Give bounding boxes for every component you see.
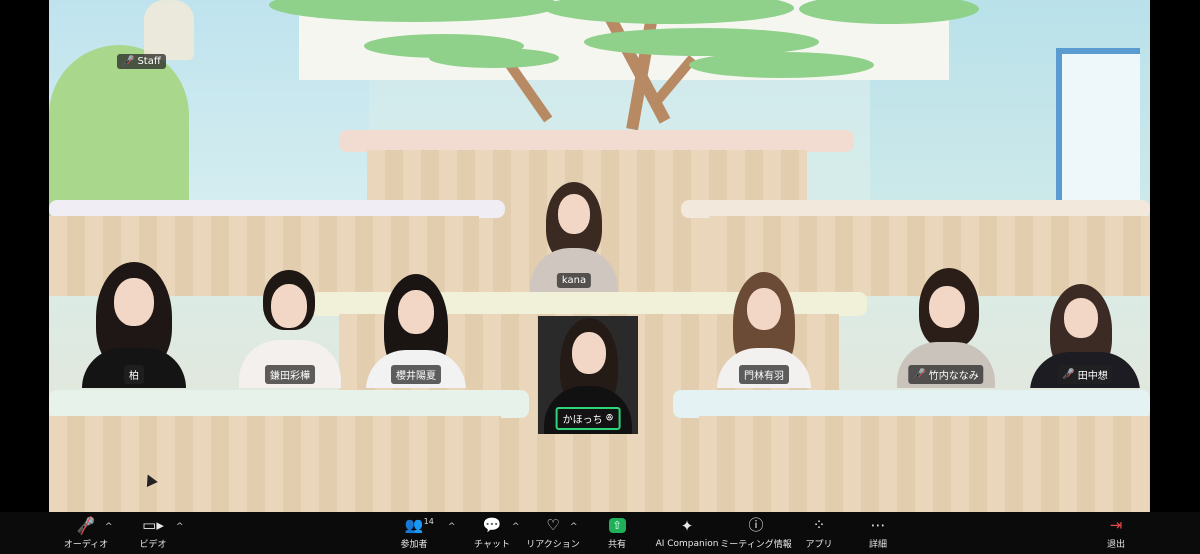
sparkle-icon: ✦ (680, 517, 694, 535)
apps-button[interactable]: ⁘ アプリ (802, 512, 836, 554)
participant-tile[interactable]: 🎤̸ 竹内ななみ (890, 266, 1002, 388)
tree-canopy (689, 52, 874, 78)
video-options-caret[interactable]: ^ (176, 522, 184, 532)
share-screen-icon: ⇧ (608, 516, 626, 534)
tree-canopy (429, 48, 559, 68)
meeting-toolbar: 🎤 ╱ オーディオ ^ ▭▸ ビデオ ^ 👥 14 参加者 ^ 💬 チャット ^ ♡… (0, 512, 1200, 554)
participant-name-tag-active: かほっち ꔮ (555, 407, 621, 430)
ai-companion-button[interactable]: ✦ AI Companion (656, 512, 719, 554)
video-button[interactable]: ▭▸ ビデオ (136, 512, 170, 554)
mic-muted-icon: 🎤̸ (1062, 369, 1075, 380)
audio-badge-icon: ꔮ (605, 413, 614, 424)
chat-button[interactable]: 💬 チャット (474, 512, 510, 554)
participant-tile-active[interactable]: かほっち ꔮ (538, 316, 638, 434)
staff-name: Staff (137, 56, 161, 67)
cloud-decoration (144, 0, 194, 60)
apps-icon: ⁘ (812, 515, 826, 534)
participant-name-tag: 櫻井陽夏 (391, 365, 441, 384)
participant-tile[interactable]: 櫻井陽夏 (358, 272, 474, 388)
leave-icon: ⇥ (1109, 515, 1123, 534)
chat-options-caret[interactable]: ^ (512, 522, 520, 532)
participant-name-tag: 🎤̸ 竹内ななみ (908, 365, 984, 384)
left-desk (49, 416, 501, 512)
video-camera-icon: ▭▸ (142, 515, 164, 534)
right-desk-cap (673, 390, 1150, 418)
mic-muted-icon: 🎤̸ (913, 369, 926, 380)
meeting-info-button[interactable]: ⓘ ミーティング情報 (720, 512, 791, 554)
participant-tile[interactable]: 柏 (70, 260, 198, 388)
leave-button[interactable]: ⇥ 退出 (1100, 512, 1132, 554)
participant-name-tag: 🎤̸ 田中想 (1057, 365, 1113, 384)
audio-options-caret[interactable]: ^ (105, 522, 113, 532)
staff-name-tag: 🎤̸ Staff (117, 54, 166, 69)
info-icon: ⓘ (748, 515, 764, 534)
participant-tile[interactable]: 鎌田彩樺 (234, 268, 346, 388)
participants-icon: 👥 14 (405, 516, 434, 534)
participant-name-tag: 鎌田彩樺 (265, 365, 315, 384)
participant-name-tag: kana (556, 273, 592, 288)
participant-tile[interactable]: 門林有羽 (708, 270, 820, 388)
reactions-options-caret[interactable]: ^ (570, 522, 578, 532)
audio-button[interactable]: 🎤 ╱ オーディオ (64, 512, 108, 554)
right-desk (699, 416, 1150, 512)
reactions-button[interactable]: ♡ リアクション (526, 512, 580, 554)
participants-options-caret[interactable]: ^ (448, 522, 456, 532)
left-desk-cap (49, 390, 529, 418)
mic-muted-icon: 🎤̸ (122, 56, 135, 67)
more-button[interactable]: ⋯ 詳細 (862, 512, 894, 554)
participant-count: 14 (423, 517, 434, 526)
top-podium-cap (339, 130, 854, 152)
participant-tile[interactable]: kana (520, 178, 628, 292)
mic-muted-icon: 🎤 ╱ (76, 515, 96, 535)
heart-icon: ♡ (546, 515, 560, 534)
share-button[interactable]: ⇧ 共有 (602, 512, 632, 554)
participant-name-tag: 柏 (124, 365, 144, 384)
window-decoration (1056, 48, 1140, 214)
participants-button[interactable]: 👥 14 参加者 (396, 512, 434, 554)
more-icon: ⋯ (870, 515, 886, 534)
chat-icon: 💬 (482, 515, 502, 534)
participant-name-tag: 門林有羽 (739, 365, 789, 384)
participant-tile[interactable]: 🎤̸ 田中想 (1024, 280, 1146, 388)
